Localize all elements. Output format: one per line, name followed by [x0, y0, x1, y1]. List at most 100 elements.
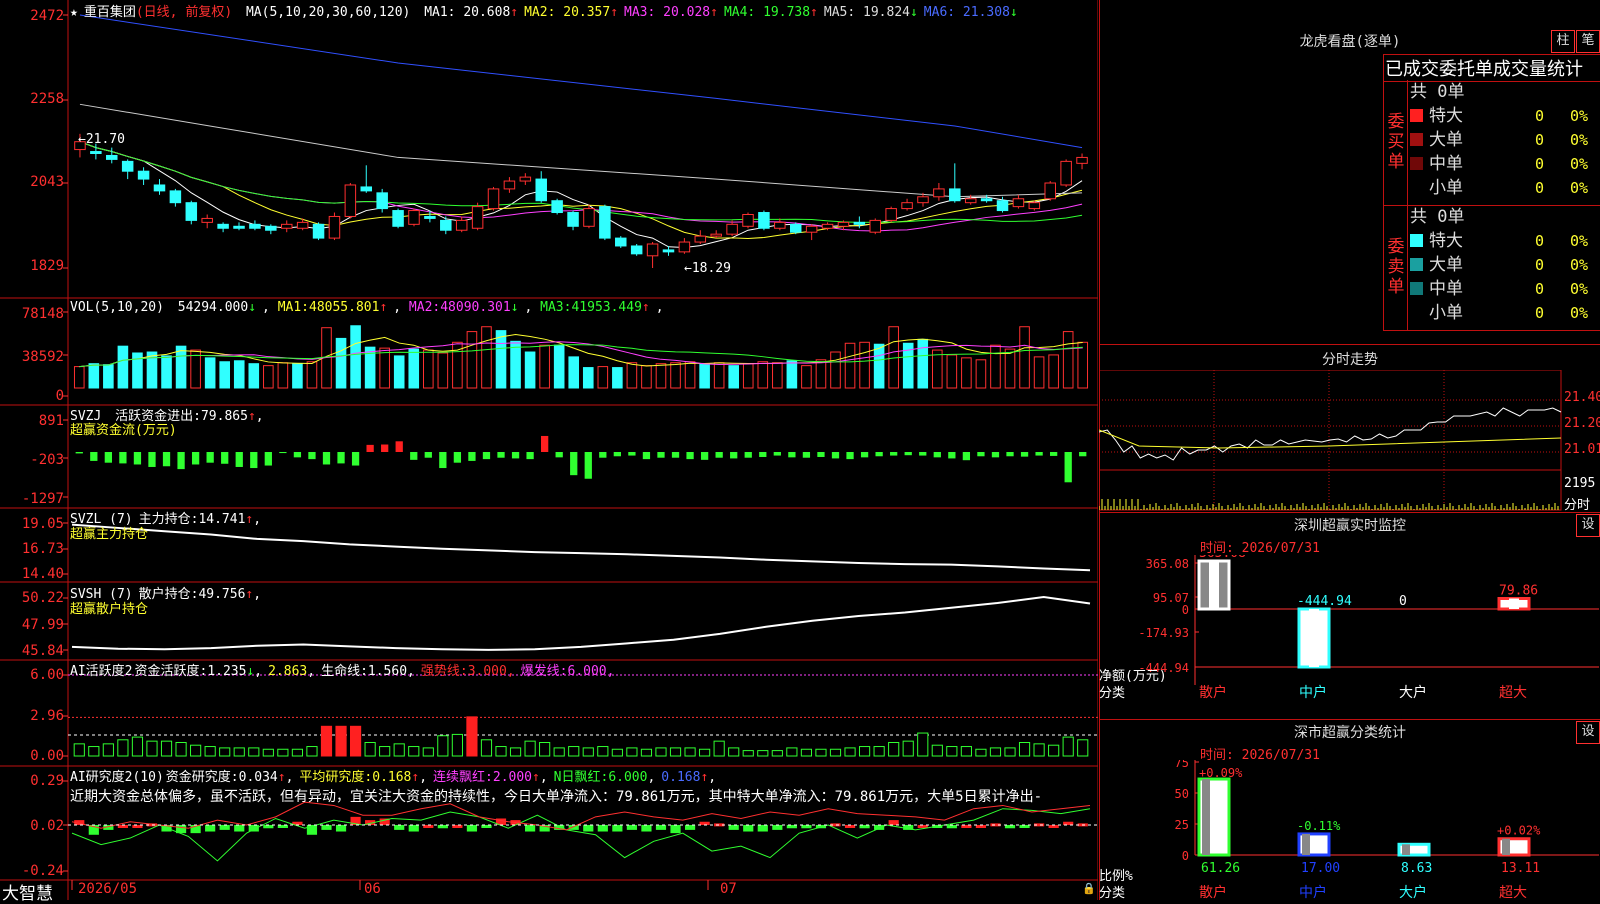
intraday-vol-tick: 2195: [1564, 476, 1596, 491]
volume-bar: [1004, 348, 1016, 389]
bar-value-label: 365.08: [1199, 555, 1246, 561]
activity-bar: [699, 748, 711, 757]
fund-flow-bar: [337, 452, 345, 464]
extra-value: 0.168: [661, 770, 701, 785]
candle: [424, 215, 436, 219]
candle: [774, 221, 786, 229]
x-axis-label: 分类: [1099, 686, 1125, 701]
tab-orders[interactable]: 委托单: [1439, 59, 1493, 80]
row-percent: 0%: [1570, 131, 1589, 149]
ai-active-title: AI活跃度2: [70, 664, 133, 679]
volume-bar: [292, 363, 303, 389]
volume-bar: [772, 362, 783, 389]
activity-bar: [888, 742, 900, 757]
fund-flow-bar: [642, 452, 651, 460]
fund-flow-bar: [264, 452, 272, 466]
candle: [455, 219, 468, 231]
n-day-red-value: 6.000: [608, 770, 648, 785]
research-bar: [684, 825, 696, 830]
row-count: 0: [1535, 256, 1545, 274]
activity-bar: [684, 747, 696, 757]
ma-line: [79, 14, 1083, 149]
vol-value: 54294.000↓: [169, 300, 257, 315]
research-bar: [525, 825, 536, 832]
activity-bar: [568, 746, 580, 757]
activity-bar: [1018, 742, 1031, 757]
activity-bar: [117, 739, 129, 757]
stock-name[interactable]: 重百集团: [84, 5, 136, 20]
activity-bar: [335, 725, 347, 757]
volume-bar: [1062, 331, 1074, 389]
star-icon[interactable]: ★: [70, 5, 78, 20]
activity-bar: [858, 746, 871, 757]
tick-button[interactable]: 笔: [1576, 30, 1600, 53]
activity-bar: [597, 746, 609, 757]
volume-bar: [699, 363, 710, 389]
volume-bar: [466, 331, 478, 389]
candle: [392, 210, 404, 227]
buy-side-label: 委买单: [1386, 112, 1406, 172]
fund-flow-bar: [919, 452, 927, 456]
y-tick: 2043: [30, 174, 64, 190]
volume-bar: [786, 360, 798, 389]
research-bar: [626, 825, 637, 830]
lifeline-label: 生命线:: [321, 664, 368, 679]
bar-bottom-label: 17.00: [1301, 861, 1340, 876]
tab-filled[interactable]: 已成交: [1385, 59, 1439, 80]
ai-active-value2: 2.863: [268, 664, 308, 679]
y-tick: 45.84: [21, 643, 64, 659]
candle: [583, 208, 595, 227]
separator: ,: [524, 300, 541, 315]
volume-bar: [975, 359, 987, 389]
lock-icon[interactable]: 🔒: [1082, 882, 1096, 895]
candle: [1076, 156, 1088, 164]
research-bar: [743, 825, 754, 832]
chart-area[interactable]: [0, 0, 1098, 900]
fund-flow-bar: [933, 452, 941, 458]
side-char: 单: [1387, 152, 1405, 172]
category-label: 散户: [1199, 884, 1227, 900]
fund-flow-bar: [497, 452, 505, 458]
category-label: 散户: [1199, 684, 1227, 701]
activity-bar: [742, 750, 754, 757]
activity-bar: [539, 742, 551, 757]
volume-bar: [103, 364, 114, 389]
sz-class-settings-button[interactable]: 设: [1576, 721, 1600, 744]
activity-bar: [88, 746, 100, 757]
volume-bar: [641, 365, 652, 389]
volume-bar: [568, 356, 580, 389]
row-count: 0: [1535, 155, 1545, 173]
volume-bar: [830, 351, 841, 389]
sell-side-label: 委卖单: [1386, 237, 1406, 297]
fund-flow-bar: [351, 452, 360, 466]
activity-bar: [480, 739, 493, 757]
sz-monitor-settings-button[interactable]: 设: [1576, 514, 1600, 537]
volume-bar: [801, 365, 812, 389]
intraday-tick: 21.01: [1564, 442, 1600, 457]
volume-bar: [481, 326, 492, 389]
activity-bar: [451, 733, 463, 757]
bar-highlight: [1209, 561, 1219, 609]
candle: [487, 188, 500, 210]
column-button[interactable]: 柱: [1551, 30, 1575, 53]
side-char: 买: [1387, 132, 1405, 152]
intraday-chart[interactable]: [1099, 370, 1600, 512]
row-percent: 0%: [1570, 232, 1589, 250]
high-marker: ←21.70: [78, 132, 125, 147]
row-label: 特大: [1429, 106, 1463, 126]
ma-arrow: ↑: [710, 5, 718, 20]
bar-shade: [1302, 833, 1310, 855]
intraday-tick: 21.20: [1564, 416, 1600, 431]
volume-bar: [277, 362, 289, 389]
tab-volume-stats[interactable]: 成交量统计: [1493, 59, 1583, 80]
fund-flow-bar: [715, 452, 723, 458]
activity-bar: [873, 746, 885, 757]
fund-flow-bar: [1035, 452, 1043, 456]
candle: [805, 225, 818, 233]
retail-holding-line: [71, 596, 1091, 651]
candle: [758, 212, 770, 229]
fund-flow-bar: [133, 452, 142, 465]
candle: [1044, 182, 1056, 200]
chart-mode: (日线, 前复权): [135, 5, 233, 20]
consec-red-value: 2.000: [492, 770, 533, 785]
